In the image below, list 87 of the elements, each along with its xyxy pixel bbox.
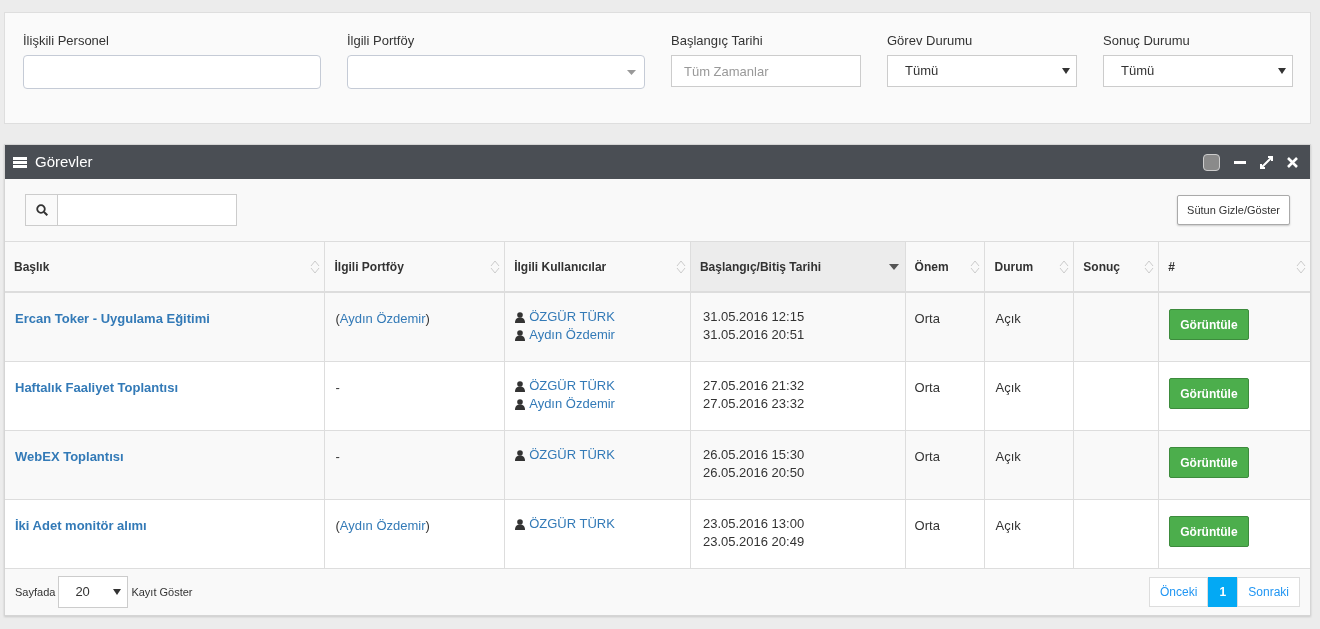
next-page-button[interactable]: Sonraki (1237, 577, 1300, 607)
date-input-field[interactable]: Tüm Zamanlar (671, 55, 861, 87)
column-header[interactable]: Önem (904, 242, 985, 291)
user-icon (515, 398, 526, 410)
search-field[interactable] (25, 194, 237, 226)
task-title-link[interactable]: Ercan Toker - Uygulama Eğitimi (15, 311, 210, 326)
personnel-input-field[interactable] (23, 55, 321, 89)
start-date: 31.05.2016 12:15 (702, 309, 806, 325)
start-date: 23.05.2016 13:00 (702, 516, 806, 532)
page-size-label: Kayıt Göster (131, 584, 193, 600)
close-icon[interactable] (1287, 156, 1298, 168)
start-date: 27.05.2016 21:32 (702, 378, 806, 394)
end-date: 23.05.2016 20:49 (702, 534, 806, 550)
user-icon (515, 518, 526, 530)
color-toggle-button[interactable] (1203, 153, 1220, 171)
user-link[interactable]: ÖZGÜR TÜRK (529, 309, 615, 325)
task-title-link[interactable]: Haftalık Faaliyet Toplantısı (15, 380, 179, 395)
table-cell: - (335, 380, 340, 395)
portfolio-combo-field[interactable] (347, 55, 645, 89)
user-icon (515, 380, 526, 392)
view-button[interactable]: Görüntüle (1169, 516, 1249, 547)
sort-descending-icon (888, 263, 899, 270)
priority-text: Orta (914, 380, 940, 395)
priority-text: Orta (914, 449, 940, 464)
sort-icon (675, 258, 686, 275)
start-date: 26.05.2016 15:30 (702, 447, 806, 463)
user-link[interactable]: ÖZGÜR TÜRK (529, 516, 615, 532)
page-size-label: Sayfada (15, 584, 56, 600)
column-header[interactable]: Sonuç (1073, 242, 1159, 291)
page-button[interactable]: 1 (1208, 577, 1238, 607)
sort-icon (310, 258, 321, 275)
minimize-icon[interactable] (1234, 160, 1246, 164)
status-select[interactable]: Tümü (1103, 55, 1293, 87)
user-link[interactable]: Aydın Özdemir (529, 327, 615, 343)
user-link[interactable]: ÖZGÜR TÜRK (529, 378, 615, 394)
user-icon (515, 311, 526, 323)
status-text: Açık (995, 311, 1021, 326)
sort-icon (1059, 258, 1070, 275)
table-cell: - (335, 449, 340, 464)
view-button[interactable]: Görüntüle (1169, 447, 1249, 478)
user-icon (515, 329, 526, 341)
caret-icon (1062, 68, 1070, 74)
priority-text: Orta (914, 518, 940, 533)
filter-label: Sonuç Durumu (1103, 33, 1191, 49)
previous-page-button[interactable]: Önceki (1148, 577, 1209, 607)
user-icon (515, 449, 526, 461)
portfolio-link[interactable]: Aydın Özdemir (339, 311, 426, 326)
user-link[interactable]: Aydın Özdemir (529, 396, 615, 412)
column-header[interactable]: Başlık (5, 242, 325, 291)
column-header[interactable]: İlgili Portföy (324, 242, 505, 291)
caret-icon (627, 69, 636, 75)
column-toggle-button[interactable]: Sütun Gizle/Göster (1177, 195, 1290, 225)
sort-icon (970, 258, 981, 275)
column-header[interactable]: Durum (984, 242, 1074, 291)
caret-icon (1278, 68, 1286, 74)
search-icon (35, 204, 48, 216)
filter-label: İlgili Portföy (347, 33, 416, 49)
column-header[interactable]: # (1158, 242, 1310, 291)
filter-label: İlişkili Personel (23, 33, 110, 49)
end-date: 31.05.2016 20:51 (702, 327, 806, 343)
status-text: Açık (995, 380, 1021, 395)
task-title-link[interactable]: WebEX Toplantısı (15, 449, 124, 464)
caret-icon (113, 589, 122, 595)
user-link[interactable]: ÖZGÜR TÜRK (529, 447, 615, 463)
column-header[interactable]: İlgili Kullanıcılar (504, 242, 690, 291)
priority-text: Orta (914, 311, 940, 326)
filter-label: Görev Durumu (887, 33, 974, 49)
portfolio-link[interactable]: Aydın Özdemir (339, 518, 426, 533)
portfolio-text: (Aydın Özdemir) (335, 311, 430, 326)
column-header[interactable]: Başlangıç/Bitiş Tarihi (689, 242, 905, 291)
sort-icon (490, 258, 501, 275)
view-button[interactable]: Görüntüle (1169, 378, 1249, 409)
view-button[interactable]: Görüntüle (1169, 309, 1249, 340)
panel-title: Görevler (35, 151, 93, 172)
portfolio-text: (Aydın Özdemir) (335, 518, 430, 533)
sort-icon (1144, 258, 1155, 275)
list-icon (13, 156, 27, 168)
filter-label: Başlangıç Tarihi (671, 33, 764, 49)
page-size-select[interactable]: 20 (58, 576, 129, 608)
status-text: Açık (995, 518, 1021, 533)
end-date: 27.05.2016 23:32 (702, 396, 806, 412)
task-title-link[interactable]: İki Adet monitör alımı (15, 518, 147, 533)
status-text: Açık (995, 449, 1021, 464)
status-select[interactable]: Tümü (887, 55, 1077, 87)
sort-icon (1296, 258, 1306, 275)
end-date: 26.05.2016 20:50 (702, 465, 806, 481)
expand-icon[interactable] (1260, 155, 1273, 169)
